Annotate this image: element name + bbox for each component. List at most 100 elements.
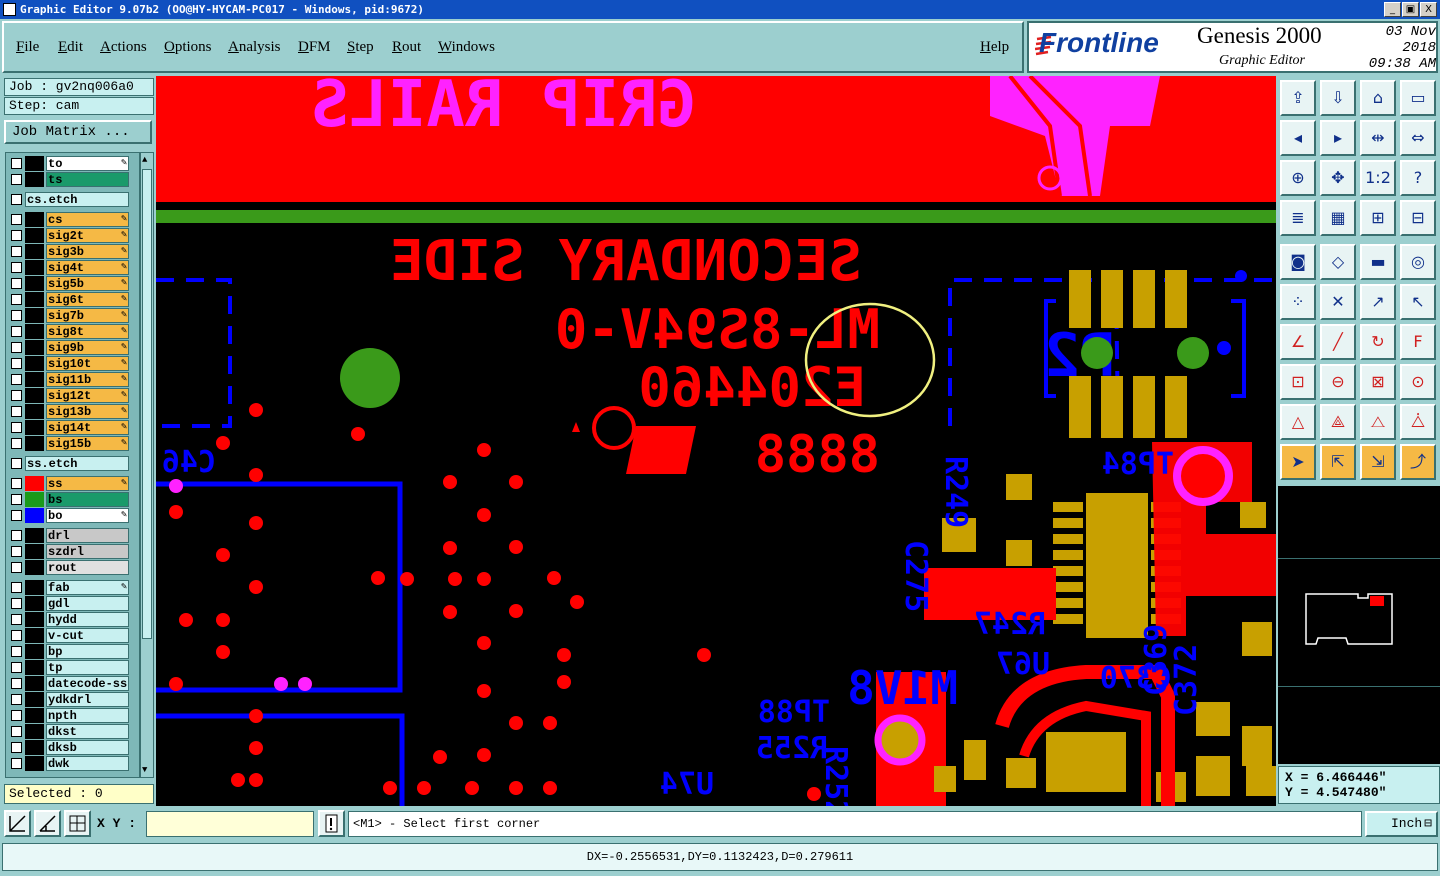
layer-color-swatch[interactable] (25, 508, 44, 523)
layer-color-swatch[interactable] (25, 260, 44, 275)
layer-color-swatch[interactable] (25, 676, 44, 691)
layer-name[interactable]: ss (46, 476, 129, 491)
layer-row-sig14t[interactable]: sig14t ✎ (9, 420, 131, 435)
layer-checkbox[interactable] (11, 742, 22, 753)
home-icon[interactable]: ⌂ (1360, 80, 1396, 116)
menu-analysis[interactable]: Analysis (228, 39, 281, 56)
layer-row-tp[interactable]: tp (9, 660, 131, 675)
layer-color-swatch[interactable] (25, 476, 44, 491)
layer-row-to[interactable]: to ✎ (9, 156, 131, 171)
snap-icon[interactable]: ◎ (1400, 244, 1436, 280)
layer-row-sig3b[interactable]: sig3b ✎ (9, 244, 131, 259)
layer-checkbox[interactable] (11, 374, 22, 385)
layer-row-cs.etch[interactable]: cs.etch (9, 192, 131, 207)
layer-name[interactable]: fab (46, 580, 129, 595)
layer-checkbox[interactable] (11, 510, 22, 521)
layer-name[interactable]: sig11b (46, 372, 129, 387)
layer-row-sig7b[interactable]: sig7b ✎ (9, 308, 131, 323)
layer-row-v-cut[interactable]: v-cut (9, 628, 131, 643)
layer-color-swatch[interactable] (25, 356, 44, 371)
layer-checkbox[interactable] (11, 726, 22, 737)
layer-checkbox[interactable] (11, 614, 22, 625)
layer-color-swatch[interactable] (25, 740, 44, 755)
layer-name[interactable]: hydd (46, 612, 129, 627)
zoom-fit-icon[interactable]: ⇹ (1360, 120, 1396, 156)
layer-checkbox[interactable] (11, 582, 22, 593)
layer-checkbox[interactable] (11, 342, 22, 353)
layer-color-swatch[interactable] (25, 528, 44, 543)
layer-checkbox[interactable] (11, 278, 22, 289)
layer-name[interactable]: sig3b (46, 244, 129, 259)
layer-checkbox[interactable] (11, 422, 22, 433)
xy-input[interactable] (146, 811, 314, 837)
layer-checkbox[interactable] (11, 662, 22, 673)
layer-name[interactable]: sig7b (46, 308, 129, 323)
layer-color-swatch[interactable] (25, 404, 44, 419)
layer-checkbox[interactable] (11, 174, 22, 185)
layer-color-swatch[interactable] (25, 228, 44, 243)
layer-color-swatch[interactable] (25, 244, 44, 259)
layer-name[interactable]: sig9b (46, 340, 129, 355)
zoom-box-icon[interactable] (4, 810, 31, 837)
layer-color-swatch[interactable] (25, 292, 44, 307)
layer-name[interactable]: cs (46, 212, 129, 227)
one-to-one-icon[interactable]: 1:2 (1360, 160, 1396, 196)
layer-color-swatch[interactable] (25, 560, 44, 575)
angle-icon[interactable]: ∠ (1280, 324, 1316, 360)
layer-checkbox[interactable] (11, 458, 22, 469)
layer-name[interactable]: sig10t (46, 356, 129, 371)
maximize-button[interactable]: ▣ (1402, 2, 1419, 17)
triangle-cut-icon[interactable]: ⧊ (1400, 404, 1436, 440)
pan-left-icon[interactable]: ◂ (1280, 120, 1316, 156)
layer-name[interactable]: dkst (46, 724, 129, 739)
layer-color-swatch[interactable] (25, 628, 44, 643)
cross-icon[interactable]: ✕ (1320, 284, 1356, 320)
layer-checkbox[interactable] (11, 246, 22, 257)
close-button[interactable]: X (1420, 2, 1437, 17)
menu-step[interactable]: Step (347, 39, 374, 56)
layer-color-swatch[interactable] (25, 708, 44, 723)
copy-icon[interactable]: ⊙ (1400, 364, 1436, 400)
scroll-up-icon[interactable]: ▲ (142, 155, 152, 165)
grid-icon[interactable]: ▦ (1320, 200, 1356, 236)
ruler-icon[interactable]: ▬ (1360, 244, 1396, 280)
layer-color-swatch[interactable] (25, 212, 44, 227)
layer-name[interactable]: dksb (46, 740, 129, 755)
layer-checkbox[interactable] (11, 262, 22, 273)
layer-name[interactable]: datecode-ss (46, 676, 129, 691)
resize-icon[interactable]: ⊠ (1360, 364, 1396, 400)
node-icon[interactable]: ⁘ (1280, 284, 1316, 320)
layer-name[interactable]: npth (46, 708, 129, 723)
polygon-icon[interactable]: ◇ (1320, 244, 1356, 280)
layer-checkbox[interactable] (11, 294, 22, 305)
text-icon[interactable]: F (1400, 324, 1436, 360)
layer-checkbox[interactable] (11, 310, 22, 321)
layer-row-bs[interactable]: bs (9, 492, 131, 507)
triangle-icon[interactable]: △ (1280, 404, 1316, 440)
layer-name[interactable]: ss.etch (25, 456, 129, 471)
move-icon[interactable]: ↗ (1360, 284, 1396, 320)
layer-row-dkst[interactable]: dkst (9, 724, 131, 739)
layer-checkbox[interactable] (11, 646, 22, 657)
layer-color-swatch[interactable] (25, 156, 44, 171)
menu-actions[interactable]: Actions (100, 39, 147, 56)
layer-off-icon[interactable]: ⊟ (1400, 200, 1436, 236)
layer-color-swatch[interactable] (25, 692, 44, 707)
layer-name[interactable]: sig12t (46, 388, 129, 403)
grid-snap-icon[interactable] (64, 810, 91, 837)
step-icon[interactable]: ⤴ (1400, 444, 1436, 480)
select-icon[interactable]: ◙ (1280, 244, 1316, 280)
layer-row-sig4t[interactable]: sig4t ✎ (9, 260, 131, 275)
scroll-down-icon[interactable]: ▼ (142, 765, 152, 775)
layer-row-ss.etch[interactable]: ss.etch (9, 456, 131, 471)
layer-row-ydkdrl[interactable]: ydkdrl (9, 692, 131, 707)
layer-checkbox[interactable] (11, 230, 22, 241)
graphic-canvas[interactable]: GRIP RAILS SECONDARY SIDE ML-8S94V-0 E20… (156, 76, 1276, 806)
layer-checkbox[interactable] (11, 494, 22, 505)
layer-name[interactable]: sig8t (46, 324, 129, 339)
menu-options[interactable]: Options (164, 39, 212, 56)
layer-row-szdrl[interactable]: szdrl (9, 544, 131, 559)
overview-map[interactable] (1278, 486, 1440, 764)
layer-color-swatch[interactable] (25, 612, 44, 627)
menu-windows[interactable]: Windows (438, 39, 495, 56)
